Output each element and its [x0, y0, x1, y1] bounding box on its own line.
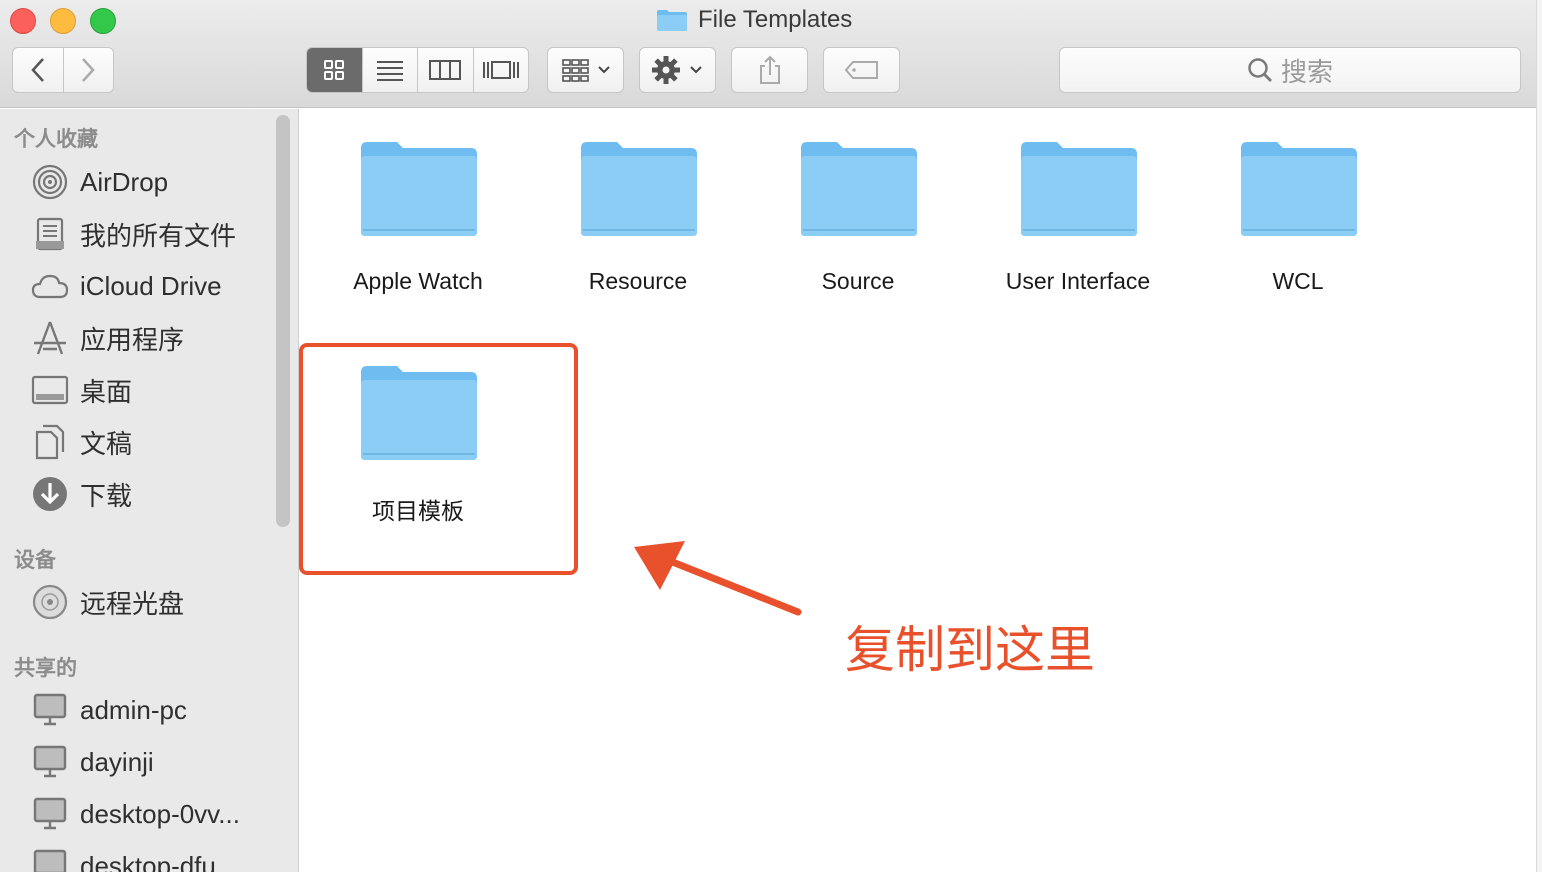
- toolbar: File Templates 搜索: [0, 0, 1536, 108]
- sidebar-item-desktop[interactable]: 桌面: [30, 370, 132, 410]
- annotation-text: 复制到这里: [845, 622, 1095, 678]
- tag-icon: [844, 61, 878, 79]
- sidebar-item-label: 下载: [80, 480, 133, 511]
- close-window-button[interactable]: [10, 8, 36, 34]
- window-edge: [1536, 0, 1542, 872]
- minimize-window-button[interactable]: [50, 8, 76, 34]
- shared-header: 共享的: [14, 657, 77, 680]
- folder-name: Resource: [588, 268, 688, 294]
- sidebar-item-label: AirDrop: [80, 166, 169, 197]
- folder-icon: [1021, 142, 1137, 236]
- folder-icon: [581, 142, 697, 236]
- sidebar-item-desktop-0vv[interactable]: desktop-0vv...: [30, 794, 240, 834]
- documents-icon: [30, 422, 70, 462]
- computer-icon: [30, 742, 70, 782]
- favorites-header: 个人收藏: [14, 128, 98, 151]
- sidebar-item-documents[interactable]: 文稿: [30, 422, 132, 462]
- downloads-icon: [30, 474, 70, 514]
- airdrop-icon: [30, 162, 70, 202]
- sidebar-item-downloads[interactable]: 下载: [30, 474, 132, 514]
- folder-name: Source: [821, 268, 895, 294]
- sidebar-item-dayinji[interactable]: dayinji: [30, 742, 154, 782]
- sidebar-item-label: 应用程序: [80, 324, 185, 355]
- folder-item-user-interface[interactable]: User Interface: [973, 138, 1183, 295]
- arrange-button[interactable]: [547, 47, 624, 93]
- arrange-grid-icon: [561, 59, 610, 82]
- computer-icon: [30, 846, 70, 872]
- forward-button[interactable]: [62, 48, 114, 92]
- folder-name: WCL: [1272, 268, 1324, 294]
- sidebar-item-label: desktop-0vv...: [80, 798, 240, 829]
- computer-icon: [30, 794, 70, 834]
- sidebar-item-label: 远程光盘: [80, 588, 185, 619]
- search-placeholder: 搜索: [1280, 56, 1333, 87]
- sidebar-item-label: admin-pc: [80, 694, 187, 725]
- folder-icon: [361, 142, 477, 236]
- folder-item-resource[interactable]: Resource: [533, 138, 743, 295]
- window-title: File Templates: [656, 5, 852, 35]
- gallery-icon: [482, 61, 519, 79]
- gallery-view-button[interactable]: [472, 48, 529, 92]
- folder-icon: [657, 10, 687, 31]
- share-button[interactable]: [731, 47, 808, 93]
- annotation-arrow-icon: [634, 541, 802, 616]
- search-field[interactable]: 搜索: [1059, 47, 1521, 93]
- all-files-icon: [30, 214, 70, 254]
- window-title-text: File Templates: [698, 6, 853, 33]
- folder-name: User Interface: [1005, 268, 1151, 294]
- chevron-left-icon: [31, 58, 44, 82]
- sidebar-item-label: 桌面: [80, 376, 133, 407]
- desktop-icon: [30, 370, 70, 410]
- folder-item-wcl[interactable]: WCL: [1193, 138, 1403, 295]
- sidebar-scrollbar[interactable]: [276, 115, 290, 527]
- sidebar-item-admin-pc[interactable]: admin-pc: [30, 690, 187, 730]
- folder-icon: [801, 142, 917, 236]
- sidebar-item-airdrop[interactable]: AirDrop: [30, 162, 168, 202]
- sidebar-item-label: desktop-dfu...: [80, 850, 238, 872]
- cloud-icon: [30, 266, 70, 306]
- folder-name: Apple Watch: [353, 268, 483, 294]
- disc-icon: [30, 582, 70, 622]
- action-button[interactable]: [639, 47, 716, 93]
- finder-window: File Templates 搜索 个人收藏 AirDrop 我的所有文件 iC…: [0, 0, 1536, 872]
- sidebar-item-applications[interactable]: 应用程序: [30, 318, 184, 358]
- computer-icon: [30, 690, 70, 730]
- sidebar: 个人收藏 AirDrop 我的所有文件 iCloud Drive 应用程序 桌面…: [0, 109, 299, 872]
- folder-icon: [1241, 142, 1357, 236]
- chevron-right-icon: [82, 58, 95, 82]
- sidebar-item-icloud-drive[interactable]: iCloud Drive: [30, 266, 222, 306]
- grid-icon: [324, 60, 345, 80]
- sidebar-item-label: dayinji: [80, 746, 154, 777]
- applications-icon: [30, 318, 70, 358]
- highlight-box: [299, 343, 578, 575]
- back-button[interactable]: [13, 48, 63, 92]
- share-icon: [759, 55, 780, 84]
- sidebar-item-label: 我的所有文件: [80, 220, 237, 251]
- view-mode-buttons: [306, 47, 529, 93]
- devices-header: 设备: [14, 549, 56, 572]
- list-view-button[interactable]: [361, 48, 418, 92]
- sidebar-item-label: 文稿: [80, 428, 133, 459]
- gear-icon: [651, 56, 702, 84]
- sidebar-item-remote-disc[interactable]: 远程光盘: [30, 582, 184, 622]
- sidebar-item-desktop-dfu[interactable]: desktop-dfu...: [30, 846, 238, 872]
- column-view-button[interactable]: [417, 48, 473, 92]
- folder-item-apple-watch[interactable]: Apple Watch: [313, 138, 523, 295]
- tags-button[interactable]: [823, 47, 900, 93]
- columns-icon: [429, 60, 462, 80]
- sidebar-item-label: iCloud Drive: [80, 270, 222, 301]
- folder-item-source[interactable]: Source: [753, 138, 963, 295]
- icon-view-button[interactable]: [307, 48, 362, 92]
- navigation-buttons: [12, 47, 114, 93]
- list-icon: [376, 61, 403, 81]
- sidebar-item-all-files[interactable]: 我的所有文件: [30, 214, 236, 254]
- search-icon: [1248, 58, 1272, 82]
- zoom-window-button[interactable]: [90, 8, 116, 34]
